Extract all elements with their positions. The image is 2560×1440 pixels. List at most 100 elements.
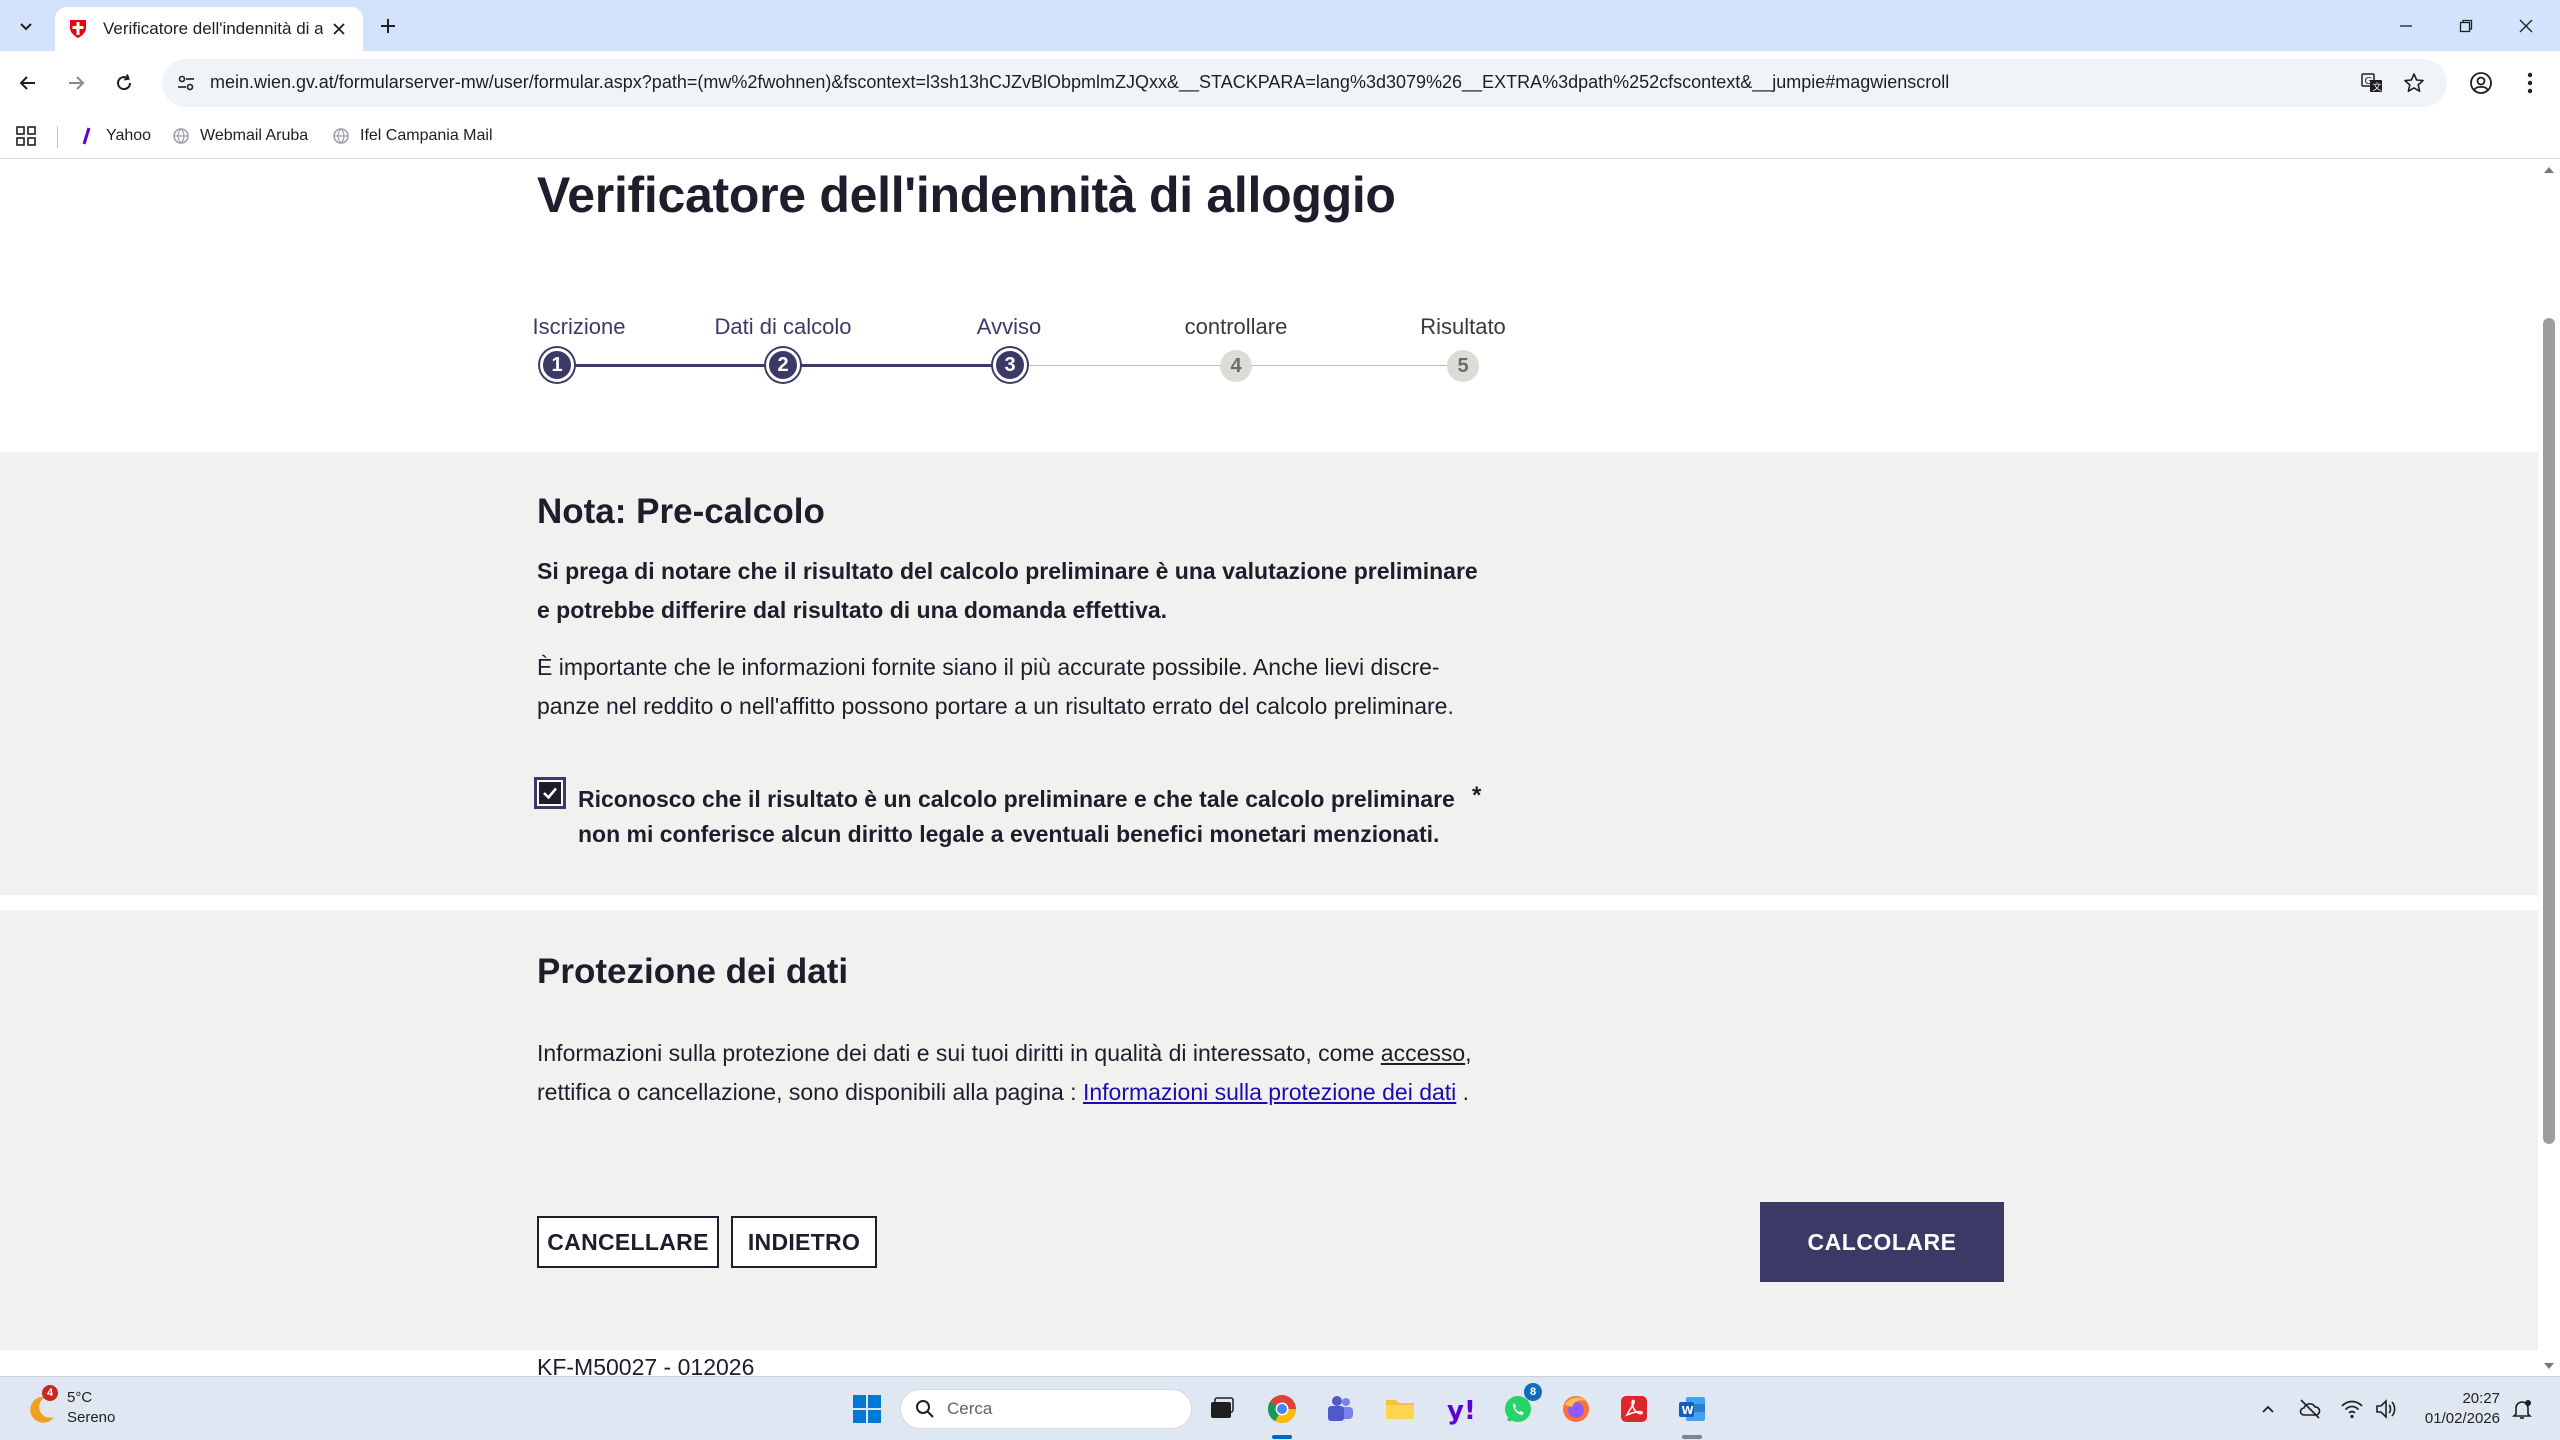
step-5-circle: 5 bbox=[1447, 350, 1479, 382]
wifi-icon[interactable] bbox=[2340, 1397, 2364, 1421]
tab-title: Verificatore dell'indennità di all bbox=[103, 19, 323, 38]
yahoo-y-icon: y! bbox=[1447, 1396, 1476, 1425]
tab-strip: Verificatore dell'indennità di all bbox=[0, 0, 2560, 51]
page-content: Verificatore dell'indennità di alloggio … bbox=[0, 160, 2538, 1376]
url-text[interactable]: mein.wien.gv.at/formularserver-mw/user/f… bbox=[210, 72, 1949, 93]
weather-temp: 5°C bbox=[67, 1389, 93, 1406]
bookmark-label: Webmail Aruba bbox=[200, 127, 309, 144]
step-1-circle: 1 bbox=[540, 348, 574, 382]
show-hidden-icons-chevron-icon[interactable] bbox=[2256, 1397, 2280, 1421]
weather-alert-badge: 4 bbox=[42, 1385, 58, 1401]
teams-icon bbox=[1328, 1396, 1353, 1421]
bookmark-yahoo[interactable]: Yahoo bbox=[78, 123, 151, 149]
privacy-text: Informazioni sulla protezione dei dati e… bbox=[537, 1034, 1487, 1112]
access-term[interactable]: accesso bbox=[1381, 1040, 1465, 1066]
search-icon bbox=[916, 1400, 934, 1418]
back-button-form[interactable]: INDIETRO bbox=[731, 1216, 877, 1268]
taskbar-search[interactable]: Cerca bbox=[900, 1389, 1192, 1429]
chrome-taskbar-button[interactable] bbox=[1262, 1389, 1302, 1429]
svg-text:W: W bbox=[1682, 1404, 1694, 1417]
weather-condition: Sereno bbox=[67, 1409, 116, 1426]
note-text: È importante che le informazioni fornite… bbox=[537, 654, 1454, 719]
forward-button[interactable] bbox=[58, 65, 94, 101]
address-bar[interactable]: mein.wien.gv.at/formularserver-mw/user/f… bbox=[162, 59, 2447, 107]
teams-taskbar-button[interactable] bbox=[1320, 1389, 1360, 1429]
translate-icon[interactable]: G文 bbox=[2358, 69, 2386, 97]
system-clock[interactable]: 20:27 01/02/2026 bbox=[2410, 1389, 2500, 1429]
file-explorer-taskbar-button[interactable] bbox=[1380, 1389, 1420, 1429]
cancel-button[interactable]: CANCELLARE bbox=[537, 1216, 719, 1268]
yahoo-taskbar-button[interactable]: y! bbox=[1440, 1389, 1480, 1429]
yahoo-icon bbox=[82, 127, 91, 145]
privacy-text-before: Informazioni sulla protezione dei dati e… bbox=[537, 1040, 1381, 1066]
restore-icon bbox=[2459, 19, 2473, 32]
start-button[interactable] bbox=[847, 1389, 887, 1429]
close-window-button[interactable] bbox=[2496, 0, 2556, 51]
acrobat-taskbar-button[interactable] bbox=[1614, 1389, 1654, 1429]
step-3-circle: 3 bbox=[993, 348, 1027, 382]
whatsapp-taskbar-button[interactable]: 8 bbox=[1498, 1383, 1542, 1429]
note-section: Nota: Pre-calcolo Si prega di notare che… bbox=[0, 452, 2538, 895]
chrome-active-indicator bbox=[1272, 1435, 1292, 1439]
page-scrollbar[interactable] bbox=[2538, 160, 2560, 1376]
firefox-icon bbox=[1563, 1396, 1589, 1422]
acknowledge-label[interactable]: Riconosco che il risultato è un calcolo … bbox=[578, 782, 1478, 852]
checkmark-icon bbox=[543, 787, 557, 800]
notification-bell-icon[interactable] bbox=[2510, 1397, 2534, 1421]
back-button[interactable] bbox=[10, 65, 46, 101]
weather-widget[interactable]: 4 5°C Sereno bbox=[24, 1385, 144, 1431]
privacy-text-after: . bbox=[1456, 1079, 1470, 1105]
minimize-button[interactable] bbox=[2376, 0, 2436, 51]
profile-icon[interactable] bbox=[2465, 67, 2497, 99]
acknowledge-checkbox[interactable] bbox=[534, 777, 566, 809]
chrome-icon bbox=[1268, 1395, 1296, 1423]
folder-icon bbox=[1386, 1400, 1414, 1419]
note-bold-text: Si prega di notare che il risultato del … bbox=[537, 558, 1478, 623]
tab-search-button[interactable] bbox=[10, 10, 42, 42]
bookmark-webmail-aruba[interactable]: Webmail Aruba bbox=[172, 123, 308, 149]
task-view-button[interactable] bbox=[1202, 1389, 1242, 1429]
word-taskbar-button[interactable]: W bbox=[1672, 1389, 1712, 1429]
site-info-icon[interactable] bbox=[172, 69, 200, 97]
privacy-heading: Protezione dei dati bbox=[537, 952, 849, 991]
pdf-icon bbox=[1621, 1396, 1647, 1422]
volume-icon[interactable] bbox=[2374, 1397, 2398, 1421]
windows-logo-icon bbox=[853, 1395, 881, 1423]
word-icon: W bbox=[1679, 1397, 1705, 1421]
restore-button[interactable] bbox=[2436, 0, 2496, 51]
scroll-up-arrow-icon[interactable] bbox=[2543, 164, 2555, 176]
step-label-iscrizione: Iscrizione bbox=[532, 314, 626, 339]
calculate-button[interactable]: CALCOLARE bbox=[1760, 1202, 2004, 1282]
whatsapp-badge: 8 bbox=[1524, 1383, 1542, 1401]
reload-button[interactable] bbox=[106, 65, 142, 101]
form-code: KF-M50027 - 012026 bbox=[537, 1354, 755, 1376]
onedrive-offline-icon[interactable] bbox=[2298, 1397, 2322, 1421]
bookmarks-bar: Yahoo Webmail Aruba Ifel Campania Mail bbox=[0, 114, 2560, 159]
menu-kebab-icon[interactable] bbox=[2514, 67, 2546, 99]
bookmark-star-icon[interactable] bbox=[2400, 69, 2428, 97]
bookmark-label: Ifel Campania Mail bbox=[360, 127, 493, 144]
scroll-thumb[interactable] bbox=[2543, 318, 2555, 1144]
privacy-info-link[interactable]: Informazioni sulla protezione dei dati bbox=[1083, 1079, 1456, 1105]
reload-icon bbox=[117, 74, 132, 91]
task-view-icon bbox=[1211, 1397, 1234, 1418]
windows-taskbar: 4 5°C Sereno Cerca y! 8 W 20:27 01/02/20… bbox=[0, 1376, 2560, 1440]
apps-grid-icon[interactable] bbox=[14, 124, 38, 148]
new-tab-button[interactable] bbox=[372, 10, 404, 42]
browser-toolbar: mein.wien.gv.at/formularserver-mw/user/f… bbox=[0, 51, 2560, 114]
step-label-risultato: Risultato bbox=[1420, 314, 1506, 339]
close-tab-icon[interactable] bbox=[327, 17, 351, 41]
bookmarks-separator bbox=[57, 126, 58, 148]
active-tab[interactable]: Verificatore dell'indennità di all bbox=[55, 7, 363, 51]
clock-time: 20:27 bbox=[2462, 1390, 2500, 1407]
step-2-circle: 2 bbox=[766, 348, 800, 382]
arrow-left-icon bbox=[19, 76, 35, 90]
bookmark-ifel-campania[interactable]: Ifel Campania Mail bbox=[332, 123, 493, 149]
chevron-down-icon bbox=[20, 23, 32, 31]
clock-date: 01/02/2026 bbox=[2424, 1410, 2500, 1427]
scroll-down-arrow-icon[interactable] bbox=[2543, 1360, 2555, 1372]
plus-icon bbox=[381, 19, 395, 33]
firefox-taskbar-button[interactable] bbox=[1556, 1389, 1596, 1429]
step-label-avviso: Avviso bbox=[976, 314, 1042, 339]
step-label-controllare: controllare bbox=[1184, 314, 1288, 339]
